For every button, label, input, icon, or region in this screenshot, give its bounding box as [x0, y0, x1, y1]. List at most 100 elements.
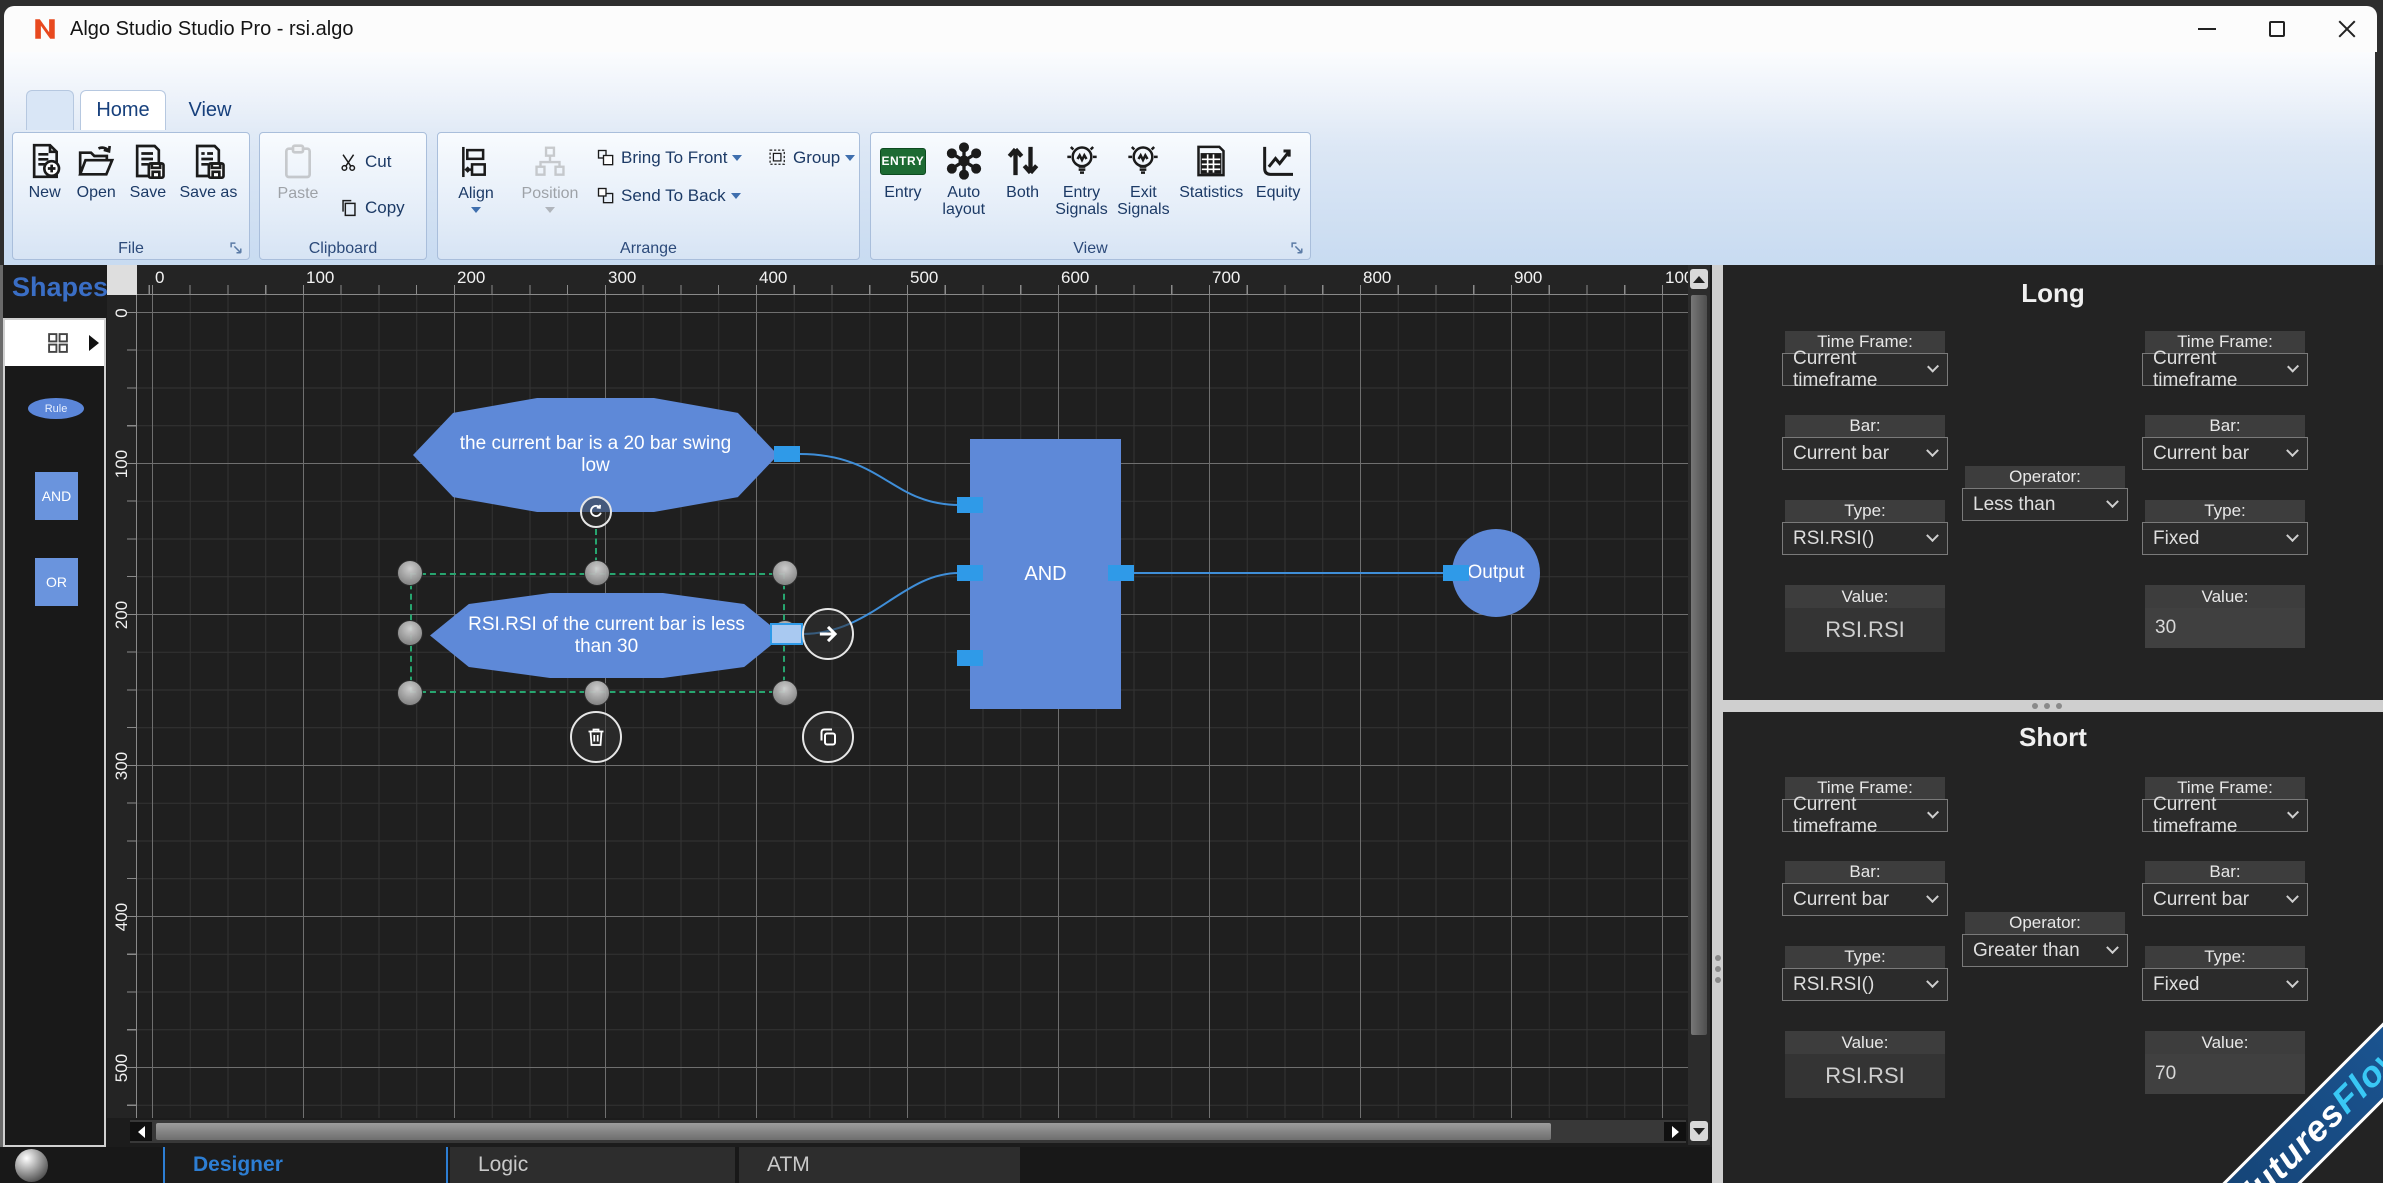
shapes-panel-title: Shapes — [12, 272, 108, 303]
selection-handle-nw[interactable] — [397, 560, 423, 586]
status-orb-icon[interactable] — [15, 1149, 48, 1182]
scroll-up-button[interactable] — [1690, 269, 1708, 289]
port-and-input-1[interactable] — [957, 497, 983, 513]
minimize-button[interactable] — [2194, 16, 2220, 42]
statistics-table-icon — [1191, 141, 1231, 181]
scroll-right-button[interactable] — [1664, 1122, 1686, 1141]
short-right-timeframe-select[interactable]: Current timeframe — [2142, 799, 2308, 832]
tab-designer[interactable]: Designer — [163, 1147, 448, 1183]
short-left-bar-label: Bar: — [1785, 861, 1945, 883]
duplicate-node-button[interactable] — [802, 711, 854, 763]
palette-shape-rule[interactable]: Rule — [28, 398, 84, 419]
vertical-ruler: 0 100 200 300 400 500 — [107, 295, 137, 1118]
send-to-back-button[interactable]: Send To Back — [596, 183, 741, 209]
auto-layout-button[interactable]: Auto layout — [933, 138, 995, 218]
save-as-button[interactable]: Save as — [180, 138, 238, 201]
tab-stub[interactable] — [26, 90, 74, 130]
scroll-down-button[interactable] — [1690, 1121, 1708, 1141]
tab-atm[interactable]: ATM — [739, 1147, 1022, 1183]
horizontal-splitter[interactable] — [1712, 700, 2383, 712]
long-left-bar-label: Bar: — [1785, 415, 1945, 437]
paste-button[interactable]: Paste — [268, 139, 328, 202]
clipboard-group-label: Clipboard — [260, 240, 426, 258]
short-left-timeframe-select[interactable]: Current timeframe — [1782, 799, 1948, 832]
short-right-value-input[interactable]: 70 — [2145, 1054, 2305, 1094]
delete-node-button[interactable] — [570, 711, 622, 763]
palette-shape-and[interactable]: AND — [35, 472, 78, 520]
port-and-input-2[interactable] — [957, 565, 983, 581]
entry-signals-button[interactable]: Entry Signals — [1051, 138, 1113, 218]
canvas-vertical-scrollbar[interactable] — [1688, 265, 1710, 1145]
new-button[interactable]: New — [25, 138, 65, 201]
port-and-input-3[interactable] — [957, 650, 983, 666]
chevron-down-icon — [2106, 941, 2119, 954]
shapes-palette: Rule AND OR — [3, 318, 106, 1147]
h-ruler-label: 700 — [1212, 268, 1240, 288]
designer-canvas[interactable]: the current bar is a 20 bar swing low RS… — [137, 295, 1688, 1118]
close-button[interactable] — [2334, 16, 2360, 42]
align-icon — [457, 143, 495, 181]
scroll-left-button[interactable] — [130, 1122, 152, 1141]
open-button[interactable]: Open — [76, 138, 116, 201]
tab-view[interactable]: View — [172, 90, 248, 130]
long-right-value-input[interactable]: 30 — [2145, 608, 2305, 648]
group-button[interactable]: Group — [768, 145, 855, 171]
long-left-bar-select[interactable]: Current bar — [1782, 437, 1948, 470]
port-rsi-output-highlighted[interactable] — [770, 623, 803, 645]
position-button[interactable]: Position — [514, 139, 586, 213]
rotate-handle[interactable] — [580, 496, 612, 528]
copy-button[interactable]: Copy — [338, 195, 405, 221]
long-right-timeframe-select[interactable]: Current timeframe — [2142, 353, 2308, 386]
connect-arrow-button[interactable] — [802, 608, 854, 660]
tab-home[interactable]: Home — [80, 90, 166, 130]
canvas-horizontal-scrollbar[interactable] — [130, 1120, 1686, 1143]
port-output-input[interactable] — [1443, 565, 1469, 581]
long-operator-select[interactable]: Less than — [1962, 488, 2128, 521]
horizontal-scroll-thumb[interactable] — [156, 1123, 1551, 1140]
chevron-down-icon — [2286, 444, 2299, 457]
selection-handle-w[interactable] — [397, 620, 423, 646]
short-left-bar-select[interactable]: Current bar — [1782, 883, 1948, 916]
equity-button[interactable]: Equity — [1250, 138, 1306, 218]
selection-handle-se[interactable] — [772, 680, 798, 706]
short-operator-select[interactable]: Greater than — [1962, 934, 2128, 967]
selection-handle-ne[interactable] — [772, 560, 798, 586]
tab-logic[interactable]: Logic — [450, 1147, 737, 1183]
long-right-value-label: Value: — [2145, 585, 2305, 608]
palette-expander-icon[interactable] — [89, 335, 99, 351]
short-left-type-select[interactable]: RSI.RSI() — [1782, 968, 1948, 1001]
arrange-group-label: Arrange — [438, 240, 859, 258]
port-and-output[interactable] — [1108, 565, 1134, 581]
node-and[interactable]: AND — [970, 439, 1121, 709]
view-dialog-launcher-icon[interactable] — [1290, 241, 1305, 256]
chevron-down-icon — [2286, 890, 2299, 903]
maximize-button[interactable] — [2264, 16, 2290, 42]
long-right-bar-select[interactable]: Current bar — [2142, 437, 2308, 470]
selection-handle-sw[interactable] — [397, 680, 423, 706]
short-right-type-select[interactable]: Fixed — [2142, 968, 2308, 1001]
save-button[interactable]: Save — [128, 138, 168, 201]
entry-button[interactable]: ENTRY Entry — [875, 138, 931, 218]
long-left-timeframe-select[interactable]: Current timeframe — [1782, 353, 1948, 386]
v-ruler-label: 0 — [112, 283, 132, 343]
bring-to-front-button[interactable]: Bring To Front — [596, 145, 742, 171]
port-swing-low-output[interactable] — [774, 446, 800, 462]
vertical-splitter[interactable] — [1712, 265, 1723, 1183]
file-dialog-launcher-icon[interactable] — [229, 241, 244, 256]
exit-signals-button[interactable]: Exit Signals — [1114, 138, 1172, 218]
selection-handle-s[interactable] — [584, 680, 610, 706]
statistics-button[interactable]: Statistics — [1174, 138, 1248, 218]
node-swing-low-rule[interactable]: the current bar is a 20 bar swing low — [413, 398, 778, 512]
cut-button[interactable]: Cut — [338, 149, 391, 175]
long-left-type-select[interactable]: RSI.RSI() — [1782, 522, 1948, 555]
align-button[interactable]: Align — [444, 139, 508, 213]
selection-handle-n[interactable] — [584, 560, 610, 586]
both-button[interactable]: Both — [997, 138, 1049, 218]
palette-category-row[interactable] — [5, 320, 104, 366]
vertical-scroll-thumb[interactable] — [1691, 295, 1707, 1035]
short-right-bar-select[interactable]: Current bar — [2142, 883, 2308, 916]
long-right-type-select[interactable]: Fixed — [2142, 522, 2308, 555]
palette-shape-or[interactable]: OR — [35, 558, 78, 606]
up-down-arrows-icon — [1003, 141, 1043, 181]
node-rsi-rule[interactable]: RSI.RSI of the current bar is less than … — [430, 593, 783, 678]
